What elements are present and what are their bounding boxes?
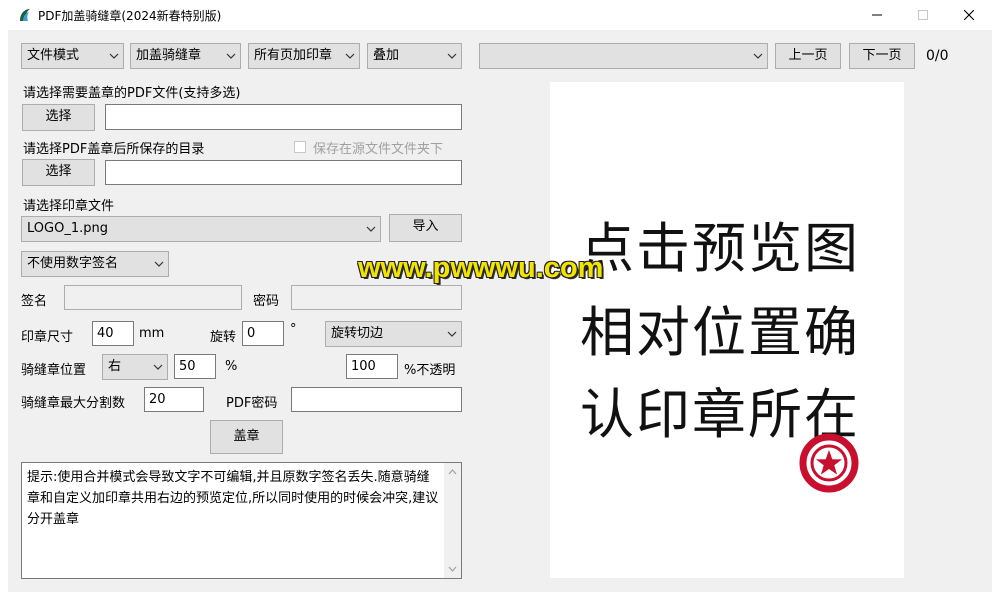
app-logo-icon <box>20 9 30 21</box>
position-select[interactable]: 右 <box>102 354 168 380</box>
choose-pdf-button[interactable]: 选择 <box>22 104 95 131</box>
pdf-password-label: PDF密码 <box>226 396 278 411</box>
rotate-mode-value: 旋转切边 <box>331 326 384 341</box>
seal-file-value: LOGO_1.png <box>27 221 108 236</box>
signature-mode-value: 不使用数字签名 <box>27 256 119 271</box>
rotate-mode-select[interactable]: 旋转切边 <box>325 321 462 347</box>
choose-save-dir-button[interactable]: 选择 <box>22 159 95 186</box>
minimize-button[interactable] <box>854 0 900 30</box>
save-dir-label: 请选择PDF盖章后所保存的目录 <box>23 142 205 157</box>
position-label: 骑缝章位置 <box>21 363 87 378</box>
pdf-password-input[interactable] <box>291 387 462 412</box>
seal-file-select[interactable]: LOGO_1.png <box>21 216 381 242</box>
preview-pane[interactable]: 点击预览图 相对位置确 认印章所在 <box>550 82 904 578</box>
import-button[interactable]: 导入 <box>389 214 462 242</box>
position-percent-input[interactable]: 50 <box>174 354 216 379</box>
rotate-label: 旋转 <box>210 330 237 345</box>
overlay-select-value: 叠加 <box>373 48 400 63</box>
signature-mode-select[interactable]: 不使用数字签名 <box>21 251 169 277</box>
close-button[interactable] <box>946 0 992 30</box>
position-percent-sign: % <box>225 359 238 374</box>
save-path-input[interactable] <box>105 160 462 185</box>
app-window: PDF加盖骑缝章(2024新春特别版) 文件模式 加盖骑缝章 所有页加印章 叠加… <box>8 0 992 592</box>
chevron-down-icon <box>345 53 355 59</box>
password-label: 密码 <box>253 294 280 309</box>
pdf-path-input[interactable] <box>105 104 462 130</box>
title-bar: PDF加盖骑缝章(2024新春特别版) <box>8 0 992 30</box>
save-in-source-label: 保存在源文件文件夹下 <box>313 142 444 157</box>
maximize-button[interactable] <box>900 0 946 30</box>
page-counter: 0/0 <box>926 48 949 64</box>
signature-label: 签名 <box>21 294 48 309</box>
preview-line-2: 相对位置确 <box>580 301 860 364</box>
chevron-down-icon <box>753 53 763 59</box>
window-title: PDF加盖骑缝章(2024新春特别版) <box>38 9 222 23</box>
maximize-icon <box>918 10 928 20</box>
max-split-input[interactable]: 20 <box>144 387 204 412</box>
password-input[interactable] <box>291 285 462 310</box>
stamp-size-input[interactable]: 40 <box>92 321 134 346</box>
mode-select-value: 文件模式 <box>27 48 80 63</box>
stamp-type-select-value: 加盖骑缝章 <box>136 48 202 63</box>
chevron-down-icon <box>447 331 457 337</box>
scroll-up-icon[interactable] <box>448 469 457 475</box>
hint-scrollbar[interactable] <box>444 463 461 578</box>
watermark-text: www.pwwwu.com <box>358 252 604 284</box>
preview-line-1: 点击预览图 <box>580 217 860 280</box>
stamp-type-select[interactable]: 加盖骑缝章 <box>130 43 241 69</box>
scroll-down-icon[interactable] <box>448 566 457 572</box>
stamp-button[interactable]: 盖章 <box>210 420 283 454</box>
opacity-input[interactable]: 100 <box>346 354 398 379</box>
rotate-unit: ° <box>290 322 297 337</box>
mode-select[interactable]: 文件模式 <box>21 43 124 69</box>
page-range-select[interactable]: 所有页加印章 <box>248 43 360 69</box>
max-split-label: 骑缝章最大分割数 <box>21 396 126 411</box>
chevron-down-icon <box>447 53 457 59</box>
minimize-icon <box>872 14 882 16</box>
prev-page-button[interactable]: 上一页 <box>775 43 841 69</box>
pdf-files-label: 请选择需要盖章的PDF文件(支持多选) <box>23 86 241 101</box>
chevron-down-icon <box>226 53 236 59</box>
stamp-size-label: 印章尺寸 <box>21 330 74 345</box>
signature-input[interactable] <box>64 285 242 310</box>
stamp-size-unit: mm <box>139 326 165 341</box>
chevron-down-icon <box>154 261 164 267</box>
opacity-label: %不透明 <box>404 363 456 378</box>
close-icon <box>964 10 974 20</box>
position-value: 右 <box>108 359 122 374</box>
file-selector[interactable] <box>479 43 768 69</box>
hint-textarea[interactable]: 提示:使用合并模式会导致文字不可编辑,并且原数字签名丢失.随意骑缝章和自定义加印… <box>21 462 462 579</box>
seal-file-label: 请选择印章文件 <box>23 199 115 214</box>
overlay-select[interactable]: 叠加 <box>367 43 462 69</box>
chevron-down-icon <box>109 53 119 59</box>
hint-text: 提示:使用合并模式会导致文字不可编辑,并且原数字签名丢失.随意骑缝章和自定义加印… <box>27 470 439 527</box>
chevron-down-icon <box>366 226 376 232</box>
seal-stamp-icon[interactable] <box>798 432 860 494</box>
save-in-source-checkbox[interactable] <box>294 141 306 153</box>
chevron-down-icon <box>153 364 163 370</box>
rotate-input[interactable]: 0 <box>242 321 284 346</box>
page-range-select-value: 所有页加印章 <box>254 48 333 63</box>
next-page-button[interactable]: 下一页 <box>849 43 915 69</box>
